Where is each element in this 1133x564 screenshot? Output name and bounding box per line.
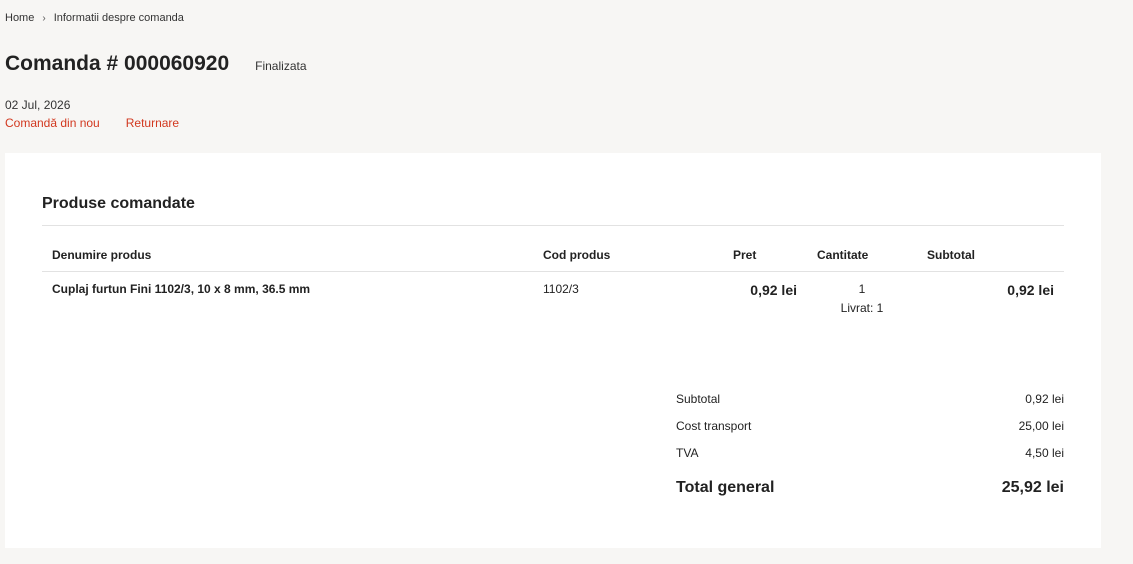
header-product-name: Denumire produs (42, 248, 533, 272)
products-table: Denumire produs Cod produs Pret Cantitat… (42, 248, 1064, 315)
reorder-link[interactable]: Comandă din nou (5, 116, 100, 130)
table-row: Cuplaj furtun Fini 1102/3, 10 x 8 mm, 36… (42, 272, 1064, 315)
grand-total-value: 25,92 lei (1001, 478, 1064, 496)
chevron-right-icon: › (42, 12, 46, 24)
header-product-code: Cod produs (533, 248, 723, 272)
section-title: Produse comandate (42, 195, 195, 212)
order-actions: Comandă din nou Returnare (5, 116, 179, 130)
vat-label: TVA (676, 445, 699, 460)
subtotal-row: Subtotal 0,92 lei (676, 385, 1064, 412)
subtotal-label: Subtotal (676, 391, 721, 406)
order-totals: Subtotal 0,92 lei Cost transport 25,00 l… (676, 385, 1064, 501)
grand-total-row: Total general 25,92 lei (676, 474, 1064, 501)
order-header: Comanda # 000060920 Finalizata (5, 52, 307, 76)
delivered-quantity: Livrat: 1 (840, 301, 884, 315)
breadcrumb-current: Informatii despre comanda (53, 12, 184, 24)
product-name: Cuplaj furtun Fini 1102/3, 10 x 8 mm, 36… (52, 282, 311, 296)
product-code: 1102/3 (543, 282, 579, 296)
order-date: 02 Jul, 2026 (5, 98, 71, 112)
vat-value: 4,50 lei (1025, 445, 1064, 460)
shipping-row: Cost transport 25,00 lei (676, 412, 1064, 439)
page-title: Comanda # 000060920 (5, 52, 230, 75)
vat-row: TVA 4,50 lei (676, 439, 1064, 466)
product-subtotal: 0,92 lei (1007, 282, 1054, 298)
header-price: Pret (723, 248, 807, 272)
subtotal-value: 0,92 lei (1025, 391, 1064, 406)
shipping-label: Cost transport (676, 418, 752, 433)
header-quantity: Cantitate (807, 248, 917, 272)
product-quantity: 1 (858, 282, 866, 296)
divider (42, 225, 1064, 226)
grand-total-label: Total general (676, 478, 775, 496)
order-status: Finalizata (255, 59, 307, 73)
product-price: 0,92 lei (750, 282, 797, 298)
shipping-value: 25,00 lei (1018, 418, 1064, 433)
breadcrumb-home-link[interactable]: Home (5, 12, 34, 24)
return-link[interactable]: Returnare (126, 116, 179, 130)
ordered-products-card: Produse comandate Denumire produs Cod pr… (5, 153, 1101, 548)
table-header-row: Denumire produs Cod produs Pret Cantitat… (42, 248, 1064, 272)
product-quantity-cell: 1 Livrat: 1 (807, 272, 917, 315)
breadcrumb: Home › Informatii despre comanda (5, 12, 184, 24)
header-subtotal: Subtotal (917, 248, 1064, 272)
